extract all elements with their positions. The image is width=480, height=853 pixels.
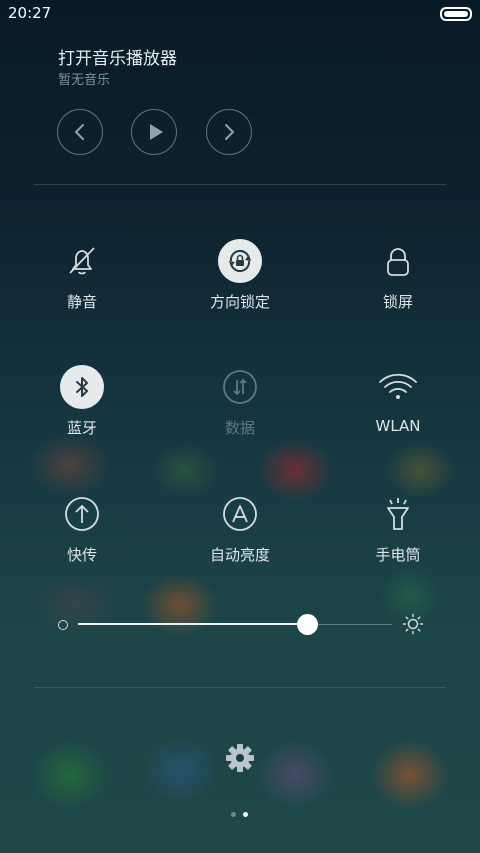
next-button[interactable] <box>206 109 252 155</box>
toggle-quick-transfer[interactable]: 快传 <box>22 492 142 582</box>
bell-off-icon <box>69 247 95 275</box>
toggle-flashlight[interactable]: 手电筒 <box>338 492 458 582</box>
toggle-mobile-data[interactable]: 数据 <box>180 365 300 455</box>
music-player-title[interactable]: 打开音乐播放器 <box>58 44 177 69</box>
previous-button[interactable] <box>57 109 103 155</box>
toggle-label: WLAN <box>375 417 421 435</box>
toggle-label: 快传 <box>66 546 97 564</box>
bluetooth-icon <box>76 377 88 397</box>
toggle-lock-screen[interactable]: 锁屏 <box>338 239 458 329</box>
rotation-lock-icon <box>229 250 251 272</box>
flashlight-icon <box>387 498 409 530</box>
toggle-mute[interactable]: 静音 <box>22 239 142 329</box>
battery-icon <box>440 7 472 21</box>
settings-button[interactable] <box>223 741 257 779</box>
brightness-high-icon <box>402 613 424 635</box>
mobile-data-icon <box>223 370 257 404</box>
toggle-bluetooth[interactable]: 蓝牙 <box>22 365 142 455</box>
music-player-subtitle: 暂无音乐 <box>58 73 111 88</box>
next-icon <box>225 124 234 140</box>
divider <box>34 184 446 185</box>
status-time: 20:27 <box>8 4 52 22</box>
play-icon <box>150 124 163 140</box>
previous-icon <box>75 124 84 140</box>
toggle-label: 静音 <box>66 293 97 311</box>
wifi-icon <box>379 373 417 399</box>
upload-icon <box>65 497 99 531</box>
toggle-label: 蓝牙 <box>66 419 97 437</box>
toggle-label: 方向锁定 <box>209 293 270 311</box>
toggle-label: 自动亮度 <box>209 546 270 564</box>
status-bar: 20:27 <box>0 0 480 28</box>
slider-fill <box>78 623 308 625</box>
divider <box>34 687 446 688</box>
auto-brightness-icon <box>223 497 257 531</box>
page-dot <box>243 812 248 817</box>
toggle-label: 手电筒 <box>375 546 421 564</box>
brightness-low-icon <box>58 620 68 630</box>
toggle-label: 数据 <box>224 419 255 437</box>
slider-thumb[interactable] <box>296 614 318 635</box>
toggle-wlan[interactable]: WLAN <box>338 365 458 455</box>
page-dot <box>231 812 236 817</box>
toggle-label: 锁屏 <box>382 293 413 311</box>
brightness-slider[interactable] <box>56 612 426 638</box>
toggle-rotation-lock[interactable]: 方向锁定 <box>180 239 300 329</box>
toggle-auto-brightness[interactable]: 自动亮度 <box>180 492 300 582</box>
page-indicator <box>229 812 251 818</box>
gear-icon <box>226 744 254 772</box>
lock-icon <box>387 248 409 276</box>
play-button[interactable] <box>131 109 177 155</box>
